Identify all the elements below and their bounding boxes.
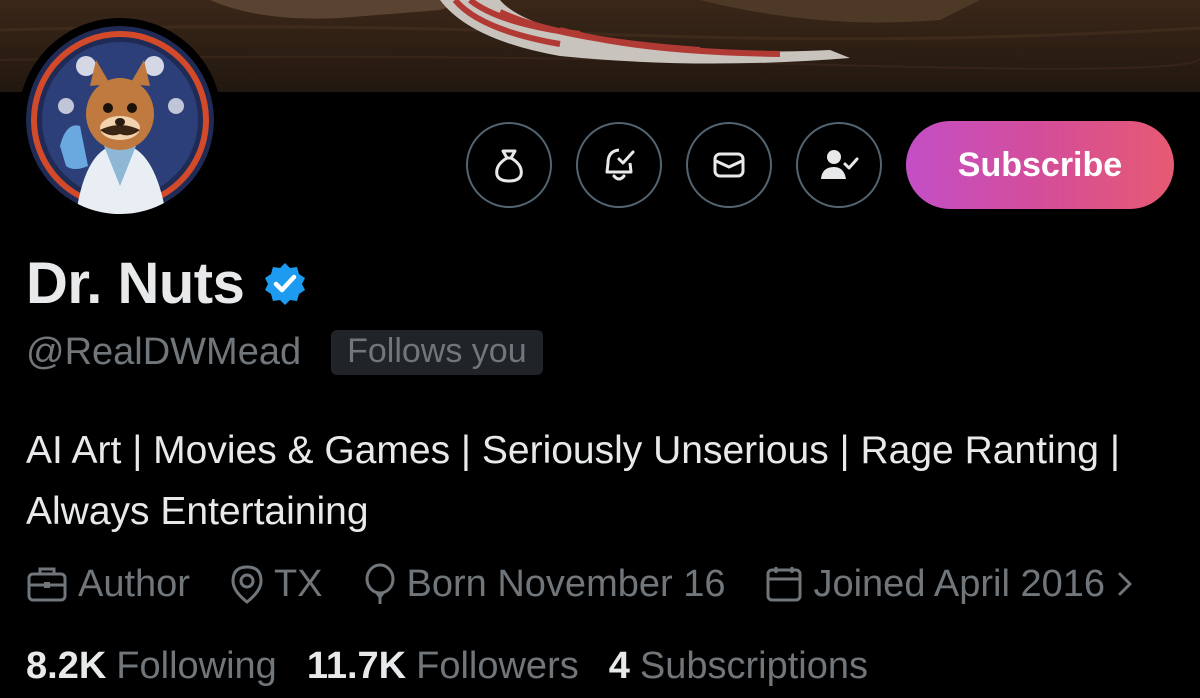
tip-button[interactable]	[466, 122, 552, 208]
message-button[interactable]	[686, 122, 772, 208]
followers-link[interactable]: 11.7K Followers	[307, 645, 579, 688]
following-button[interactable]	[796, 122, 882, 208]
following-link[interactable]: 8.2K Following	[26, 645, 277, 688]
birthday-item: Born November 16	[363, 562, 726, 606]
notification-bell-icon	[605, 148, 635, 181]
subscribe-button[interactable]: Subscribe	[906, 121, 1174, 209]
profession-item: Author	[26, 563, 190, 606]
profile-actions: Subscribe	[466, 120, 1174, 210]
profession-label: Author	[78, 562, 190, 605]
chevron-right-icon[interactable]	[1115, 569, 1135, 599]
money-bag-icon	[495, 149, 523, 183]
notifications-button[interactable]	[576, 122, 662, 208]
followers-count: 11.7K	[306, 644, 407, 687]
location-item: TX	[230, 563, 323, 606]
followers-label: Followers	[416, 644, 579, 687]
verified-badge-icon[interactable]	[262, 261, 308, 307]
briefcase-icon	[27, 567, 67, 602]
following-count: 8.2K	[26, 644, 107, 687]
profile-bio: AI Art | Movies & Games | Seriously Unse…	[26, 429, 1120, 533]
avatar[interactable]	[26, 26, 214, 214]
follows-you-badge: Follows you	[331, 330, 543, 375]
avatar-frame[interactable]	[18, 18, 222, 222]
user-handle: @RealDWMead	[26, 331, 302, 373]
subscriptions-label: Subscriptions	[639, 644, 868, 687]
balloon-icon	[365, 563, 395, 604]
following-label: Following	[116, 644, 277, 687]
message-envelope-icon	[713, 152, 745, 178]
location-pin-icon	[231, 565, 263, 604]
subscriptions-link[interactable]: 4 Subscriptions	[609, 645, 868, 688]
subscriptions-count: 4	[608, 644, 630, 687]
profile-meta: Author TX Born November 16 Joined April …	[26, 556, 1135, 612]
following-person-check-icon	[821, 150, 859, 179]
birthday-label: Born November 16	[406, 562, 726, 605]
name-row: Dr. Nuts	[26, 250, 308, 317]
location-label: TX	[273, 562, 323, 605]
joined-item: Joined April 2016	[765, 563, 1135, 606]
handle-row: @RealDWMead Follows you	[26, 330, 543, 375]
profile-stats: 8.2K Following 11.7K Followers 4 Subscri…	[26, 640, 868, 692]
display-name: Dr. Nuts	[26, 251, 245, 316]
calendar-icon	[766, 567, 802, 602]
joined-label: Joined April 2016	[813, 562, 1106, 605]
